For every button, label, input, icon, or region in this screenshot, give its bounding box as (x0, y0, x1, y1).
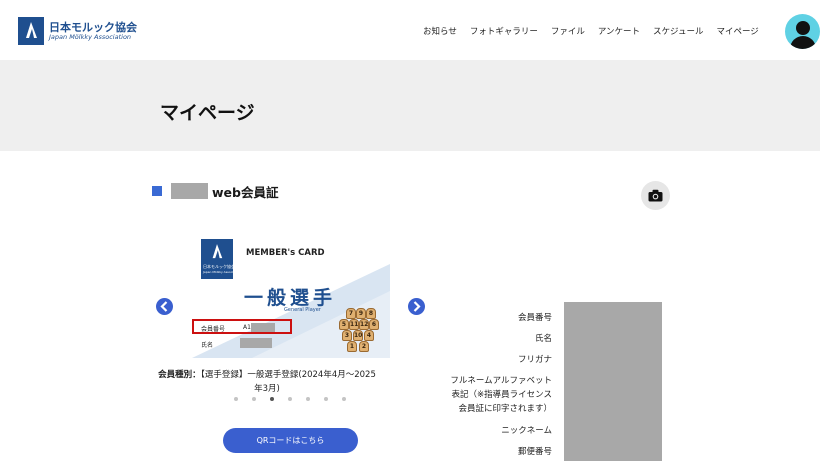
site-header: 日本モルック協会 Japan Mölkky Association お知らせ フ… (0, 0, 820, 60)
site-logo[interactable]: 日本モルック協会 Japan Mölkky Association (18, 17, 137, 45)
section-marker-icon (152, 186, 162, 196)
carousel-prev-button[interactable] (156, 298, 173, 315)
info-label-alphabet-name: フルネームアルファベット (450, 376, 552, 386)
page-hero: マイページ (0, 60, 820, 151)
pin: 3 (342, 330, 352, 341)
pin: 6 (369, 319, 379, 330)
nav-news[interactable]: お知らせ (423, 25, 457, 37)
chevron-right-icon (413, 301, 421, 312)
info-label-alphabet-note-2: 会員証に印字されます） (458, 404, 552, 414)
pin: 4 (364, 330, 374, 341)
pin: 7 (346, 308, 356, 319)
member-type-label: 会員種別： (158, 370, 201, 380)
carousel-next-button[interactable] (408, 298, 425, 315)
info-label-alphabet-note-1: 表記（※指導員ライセンス (451, 390, 552, 400)
molkky-pins-illustration: 7 9 8 5 11 12 6 3 10 4 1 2 (334, 307, 386, 358)
card-grade-en: General Player (284, 307, 321, 313)
redacted-values-block (564, 302, 662, 461)
carousel-dot[interactable] (252, 397, 256, 401)
carousel-dot[interactable] (288, 397, 292, 401)
info-label-furigana: フリガナ (517, 355, 552, 365)
redacted-block (240, 338, 272, 348)
nav-schedule[interactable]: スケジュール (653, 25, 703, 37)
redacted-block (171, 183, 208, 199)
logo-mark-icon (18, 17, 44, 45)
qr-code-button[interactable]: QRコードはこちら (223, 428, 358, 453)
carousel-dots (234, 397, 346, 401)
carousel-dot[interactable] (306, 397, 310, 401)
carousel-dot[interactable] (342, 397, 346, 401)
pin: 5 (339, 319, 349, 330)
nav-photo-gallery[interactable]: フォトギャラリー (470, 25, 538, 37)
nav-survey[interactable]: アンケート (598, 25, 640, 37)
carousel-dot[interactable] (324, 397, 328, 401)
camera-button[interactable] (641, 181, 670, 210)
main-nav: お知らせ フォトギャラリー ファイル アンケート スケジュール マイページ (423, 25, 759, 37)
pin: 11 (349, 319, 359, 330)
nav-files[interactable]: ファイル (551, 25, 585, 37)
card-member-no-label: 会員番号 (201, 326, 226, 333)
pin: 12 (359, 319, 369, 330)
camera-icon (648, 189, 663, 202)
card-logo-mark-icon (212, 244, 223, 259)
card-logo: 日本モルック協会 Japan Mölkky Association (201, 239, 241, 279)
carousel-dot[interactable] (270, 397, 274, 401)
pin: 1 (347, 341, 357, 352)
logo-subtitle: Japan Mölkky Association (49, 33, 132, 41)
carousel-dot[interactable] (234, 397, 238, 401)
member-type: 会員種別：【選手登録】一般選手登録(2024年4月～2025年3月) (158, 368, 376, 396)
user-avatar-icon[interactable] (785, 14, 820, 49)
card-title: MEMBER's CARD (246, 248, 325, 258)
pin: 2 (359, 341, 369, 352)
card-grade: 一般選手 (244, 287, 337, 309)
pin: 8 (366, 308, 376, 319)
page-title: マイページ (160, 102, 255, 124)
card-name-label: 氏名 (201, 342, 214, 349)
info-label-name: 氏名 (534, 334, 552, 344)
chevron-left-icon (160, 301, 168, 312)
member-card-image: 日本モルック協会 Japan Mölkky Association MEMBER… (192, 236, 390, 358)
info-label-postal-code: 郵便番号 (517, 447, 552, 457)
section-title: web会員証 (212, 184, 279, 200)
pin: 10 (353, 330, 363, 341)
section-header: web会員証 (152, 182, 278, 200)
nav-mypage[interactable]: マイページ (716, 25, 758, 37)
info-label-nickname: ニックネーム (501, 426, 552, 436)
pin: 9 (356, 308, 366, 319)
redacted-block (251, 323, 275, 332)
member-type-value: 【選手登録】一般選手登録(2024年4月～2025年3月) (200, 370, 376, 394)
info-label-member-no: 会員番号 (517, 313, 552, 323)
